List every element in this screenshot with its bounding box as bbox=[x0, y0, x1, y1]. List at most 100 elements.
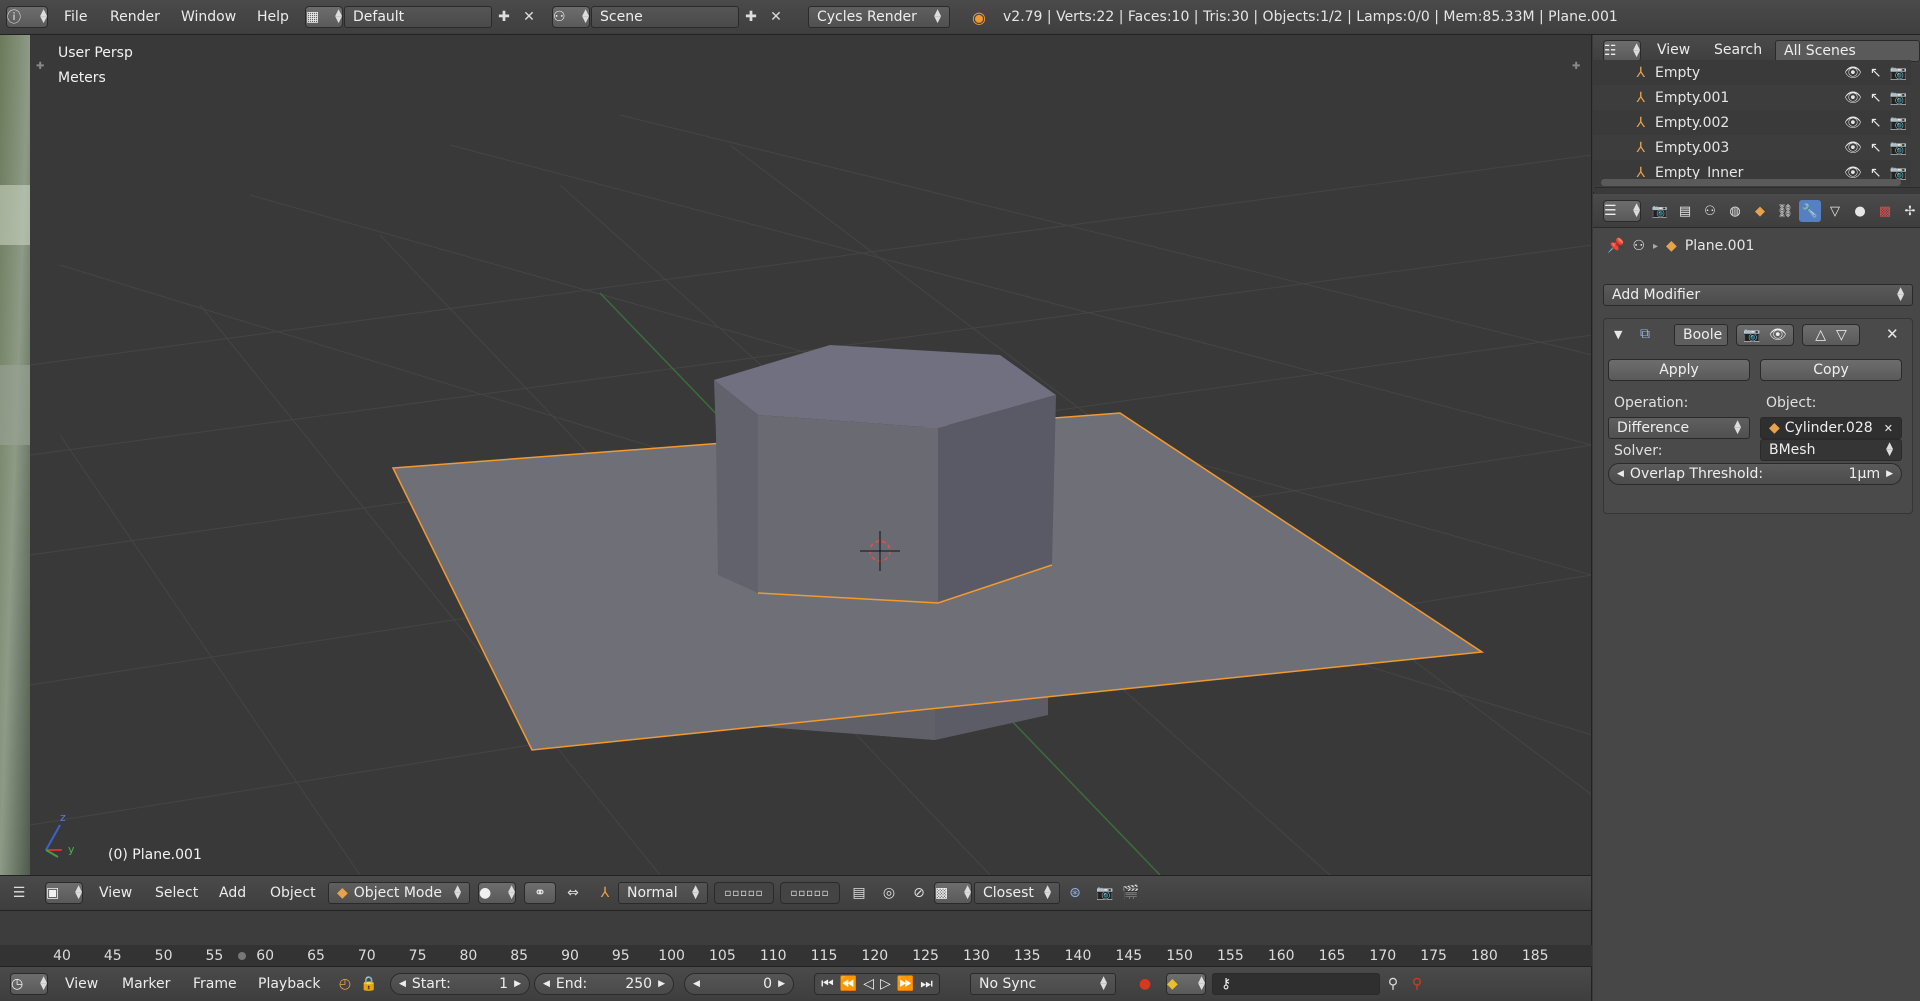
menu-search[interactable]: Search bbox=[1714, 42, 1762, 58]
operation-dropdown[interactable]: Difference ▲ ▼ bbox=[1608, 417, 1750, 439]
render-tab-icon[interactable]: 📷 bbox=[1649, 200, 1671, 222]
menu-view[interactable]: View bbox=[99, 885, 132, 901]
display-mode-dropdown[interactable]: All Scenes bbox=[1775, 40, 1920, 62]
menu-frame[interactable]: Frame bbox=[193, 976, 237, 992]
render-layers-tab-icon[interactable]: ▤ bbox=[1674, 200, 1696, 222]
visibility-eye-icon[interactable]: 👁 bbox=[1844, 90, 1862, 106]
opengl-render-animation-icon[interactable]: 🎬 bbox=[1120, 882, 1142, 904]
play-reverse-icon[interactable]: ◁ bbox=[863, 976, 874, 992]
selectability-cursor-icon[interactable]: ↖ bbox=[1870, 140, 1882, 156]
menu-playback[interactable]: Playback bbox=[258, 976, 320, 992]
scrub-handle[interactable] bbox=[238, 952, 246, 960]
viewport-canvas[interactable] bbox=[0, 35, 1592, 875]
menu-select[interactable]: Select bbox=[155, 885, 198, 901]
lock-camera-layers-icon[interactable]: ▤ bbox=[848, 882, 870, 904]
render-engine-dropdown[interactable]: Cycles Render ▲ ▼ bbox=[808, 6, 950, 28]
clear-field-icon[interactable]: ✕ bbox=[1884, 422, 1893, 435]
3d-viewport[interactable]: User Persp Meters (0) Plane.001 z y ✚ ✚ bbox=[0, 35, 1592, 875]
transform-orientation-dropdown[interactable]: Normal ▲ ▼ bbox=[618, 882, 708, 904]
area-divider[interactable] bbox=[1594, 187, 1920, 193]
viewport-visibility-icon[interactable]: 👁 bbox=[1769, 327, 1787, 343]
overlap-threshold-field[interactable]: ◀ Overlap Threshold: 1µm ▶ bbox=[1608, 463, 1902, 485]
apply-modifier-button[interactable]: Apply bbox=[1608, 359, 1750, 381]
opengl-render-image-icon[interactable]: 📷 bbox=[1094, 882, 1116, 904]
menu-window[interactable]: Window bbox=[181, 9, 236, 25]
menu-add[interactable]: Add bbox=[219, 885, 246, 901]
menu-view[interactable]: View bbox=[65, 976, 98, 992]
insert-keyframe-icon[interactable]: ⚲ bbox=[1382, 973, 1404, 995]
move-down-icon[interactable]: ▽ bbox=[1836, 327, 1847, 343]
scene-layers-block-1[interactable]: ▫▫▫▫▫ bbox=[714, 882, 774, 904]
delete-scene-icon[interactable]: ✕ bbox=[765, 6, 787, 28]
solver-dropdown[interactable]: BMesh ▲ ▼ bbox=[1760, 439, 1902, 461]
start-frame-field[interactable]: ◀ Start: 1 ▶ bbox=[390, 973, 530, 995]
viewport-shading-button[interactable]: ● ▲ ▼ bbox=[478, 882, 516, 904]
jump-end-icon[interactable]: ⏭ bbox=[920, 976, 933, 992]
collapse-toggle-icon[interactable]: ▼ bbox=[1614, 328, 1622, 341]
menu-marker[interactable]: Marker bbox=[122, 976, 170, 992]
modifier-name-field[interactable]: Boole bbox=[1674, 324, 1728, 346]
world-tab-icon[interactable]: ◍ bbox=[1724, 200, 1746, 222]
timeline-area[interactable]: 40 45 50 55 60 65 70 75 80 85 90 95 100 105 110 115 120 1… bbox=[0, 910, 1592, 967]
copy-modifier-button[interactable]: Copy bbox=[1760, 359, 1902, 381]
menu-object[interactable]: Object bbox=[270, 885, 316, 901]
pin-icon[interactable]: 📌 bbox=[1607, 238, 1624, 254]
preview-range-icon[interactable]: ◴ bbox=[334, 973, 356, 995]
properties-region-toggle-icon[interactable]: ✚ bbox=[1572, 61, 1580, 72]
modifiers-tab-icon[interactable]: 🔧 bbox=[1799, 200, 1821, 222]
scene-tab-icon[interactable]: ⚇ bbox=[1699, 200, 1721, 222]
scene-layers-block-2[interactable]: ▫▫▫▫▫ bbox=[780, 882, 840, 904]
editor-type-info-button[interactable]: ⓘ ▲ ▼ bbox=[6, 6, 48, 28]
active-keying-set-field[interactable]: ⚷ bbox=[1212, 973, 1380, 995]
outliner-panel[interactable]: ☷ ▲ ▼ View Search All Scenes ⅄ Empty 👁 ↖ 📷 ⅄ Emp… bbox=[1593, 35, 1920, 193]
menu-help[interactable]: Help bbox=[257, 9, 289, 25]
outliner-row[interactable]: ⅄ Empty.003 👁 ↖ 📷 bbox=[1593, 135, 1911, 160]
jump-start-icon[interactable]: ⏮ bbox=[821, 976, 834, 992]
delete-keyframe-icon[interactable]: ⚲ bbox=[1406, 973, 1428, 995]
renderability-camera-icon[interactable]: 📷 bbox=[1890, 115, 1907, 131]
snap-toggle-icon[interactable]: ⊘ bbox=[908, 882, 930, 904]
sync-mode-dropdown[interactable]: No Sync ▲ ▼ bbox=[970, 973, 1116, 995]
delete-screen-icon[interactable]: ✕ bbox=[518, 6, 540, 28]
scene-browse-button[interactable]: ⚇ ▲ ▼ bbox=[552, 6, 590, 28]
editor-type-outliner-button[interactable]: ☷ ▲ ▼ bbox=[1603, 40, 1641, 62]
toolshelf-toggle-icon[interactable]: ✚ bbox=[36, 61, 44, 72]
renderability-camera-icon[interactable]: 📷 bbox=[1890, 65, 1907, 81]
menu-file[interactable]: File bbox=[64, 9, 87, 25]
outliner-horizontal-scrollbar[interactable] bbox=[1601, 179, 1901, 186]
jump-keyframe-forward-icon[interactable]: ⏩ bbox=[897, 976, 914, 992]
proportional-edit-icon[interactable]: ◎ bbox=[878, 882, 900, 904]
scene-field[interactable]: Scene bbox=[591, 6, 739, 28]
editor-type-properties-button[interactable]: ☰ ▲ ▼ bbox=[1603, 200, 1641, 222]
visibility-eye-icon[interactable]: 👁 bbox=[1844, 65, 1862, 81]
current-frame-field[interactable]: ◀ 0 ▶ bbox=[684, 973, 794, 995]
outliner-row[interactable]: ⅄ Empty 👁 ↖ 📷 bbox=[1593, 60, 1911, 85]
renderability-camera-icon[interactable]: 📷 bbox=[1890, 140, 1907, 156]
outliner-row[interactable]: ⅄ Empty.001 👁 ↖ 📷 bbox=[1593, 85, 1911, 110]
menu-view[interactable]: View bbox=[1657, 42, 1690, 58]
jump-keyframe-back-icon[interactable]: ⏪ bbox=[840, 976, 857, 992]
lock-time-cursor-icon[interactable]: 🔒 bbox=[358, 973, 380, 995]
editor-type-list-icon[interactable]: ☰ bbox=[8, 882, 30, 904]
texture-tab-icon[interactable]: ▩ bbox=[1874, 200, 1896, 222]
align-rotation-icon[interactable]: ⊛ bbox=[1064, 882, 1086, 904]
add-modifier-dropdown[interactable]: Add Modifier ▲ ▼ bbox=[1603, 284, 1913, 306]
selectability-cursor-icon[interactable]: ↖ bbox=[1870, 90, 1882, 106]
snap-target-dropdown[interactable]: Closest ▲ ▼ bbox=[974, 882, 1060, 904]
visibility-eye-icon[interactable]: 👁 bbox=[1844, 115, 1862, 131]
selectability-cursor-icon[interactable]: ↖ bbox=[1870, 65, 1882, 81]
keying-set-button[interactable]: ◆ ▲ ▼ bbox=[1166, 973, 1206, 995]
remove-modifier-icon[interactable]: ✕ bbox=[1886, 325, 1899, 343]
pivot-point-button[interactable]: ⚭ bbox=[524, 882, 556, 904]
transform-manipulator-icon[interactable]: ⅄ bbox=[594, 882, 616, 904]
play-icon[interactable]: ▷ bbox=[880, 976, 891, 992]
physics-tab-icon[interactable]: ✢ bbox=[1899, 200, 1920, 222]
timeline-frame-ruler[interactable]: 40 45 50 55 60 65 70 75 80 85 90 95 100 105 110 115 120 1… bbox=[0, 945, 1592, 967]
visibility-eye-icon[interactable]: 👁 bbox=[1844, 140, 1862, 156]
editor-type-timeline-button[interactable]: ◷ ▲ ▼ bbox=[10, 973, 48, 995]
renderability-camera-icon[interactable]: 📷 bbox=[1890, 90, 1907, 106]
snap-element-button[interactable]: ▩ ▲ ▼ bbox=[934, 882, 972, 904]
render-toggle-icon[interactable]: 📷 bbox=[1743, 327, 1760, 343]
record-icon[interactable]: ● bbox=[1134, 973, 1156, 995]
menu-render[interactable]: Render bbox=[110, 9, 160, 25]
